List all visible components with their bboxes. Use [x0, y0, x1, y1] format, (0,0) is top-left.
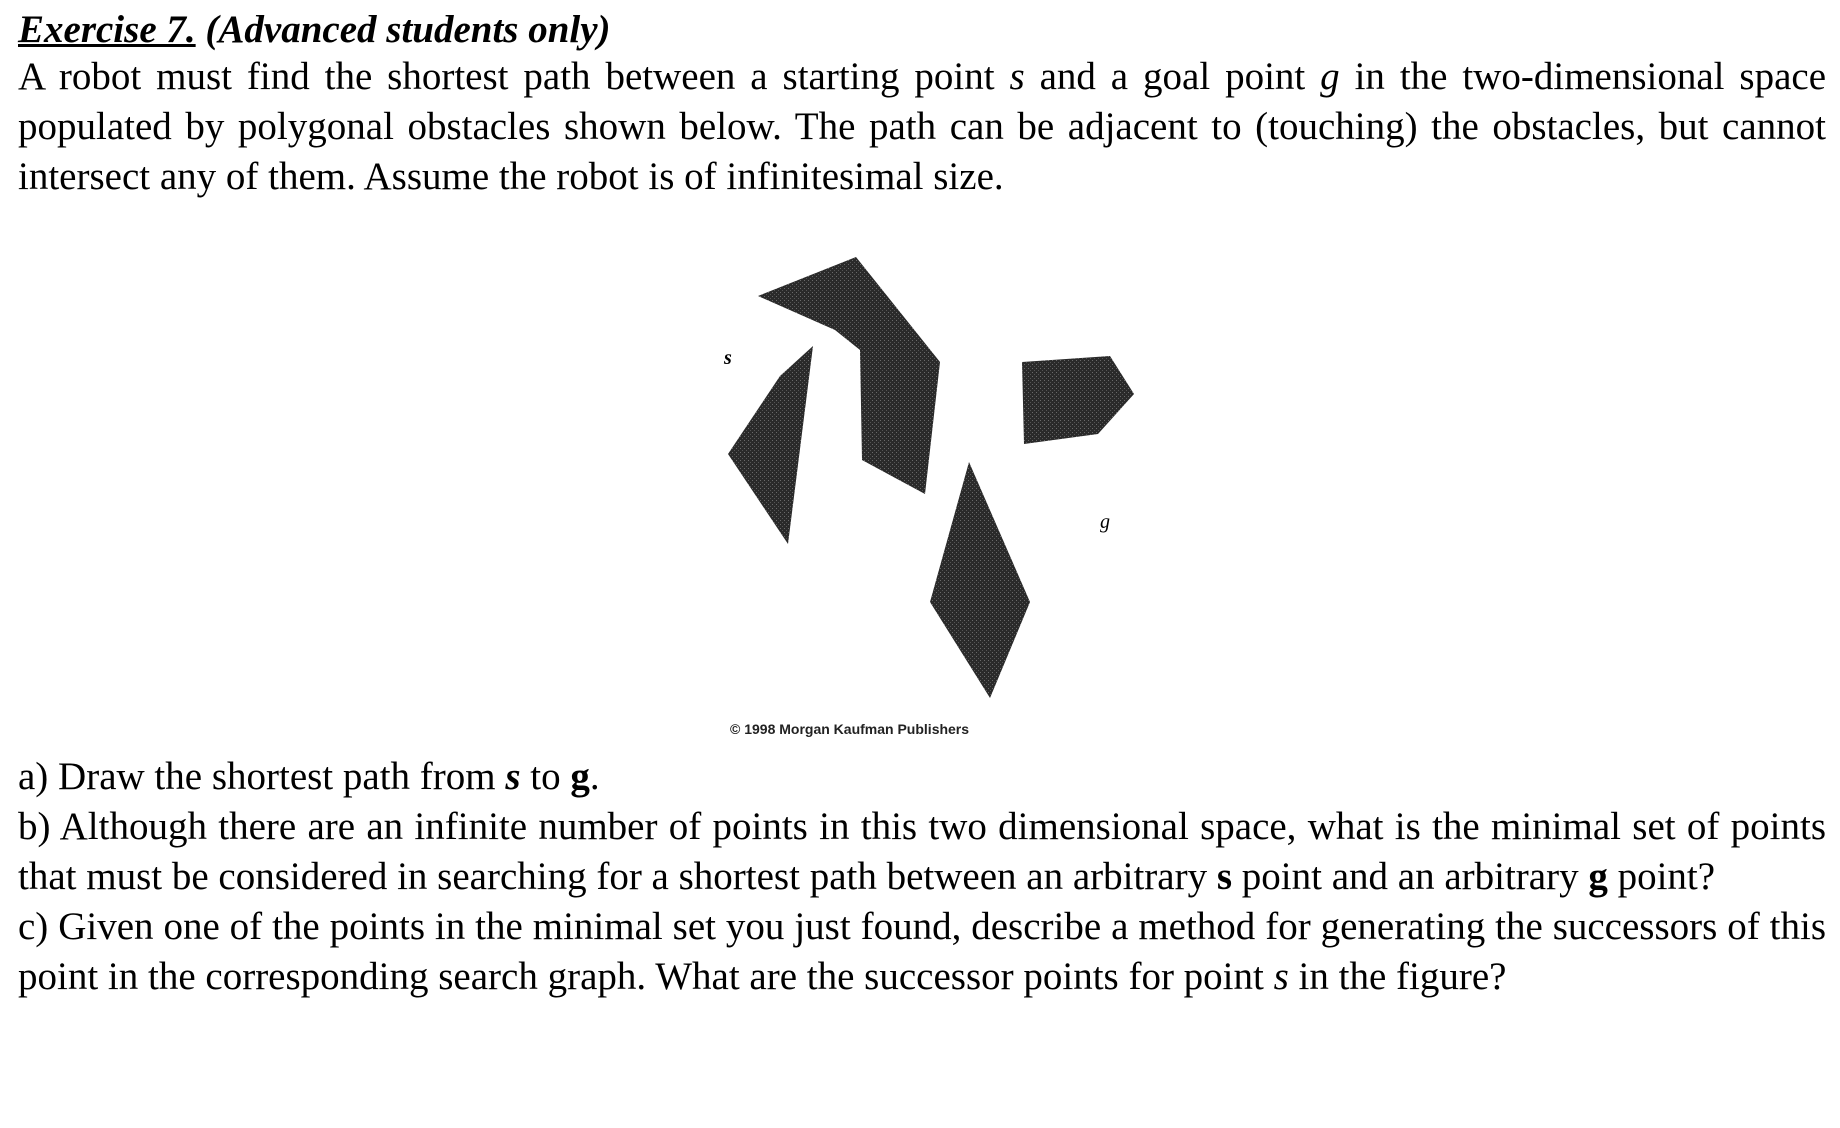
question-c-text-1: c) Given one of the points in the minima… — [18, 905, 1826, 998]
copyright-notice: © 1998 Morgan Kaufman Publishers — [730, 721, 969, 737]
intro-s: s — [1009, 55, 1025, 98]
question-a: a) Draw the shortest path from s to g. — [18, 752, 1826, 802]
question-a-text-1: a) Draw the shortest path from — [18, 755, 506, 798]
question-a-text-2: to — [520, 755, 571, 798]
question-c-text-2: in the figure? — [1288, 955, 1507, 998]
intro-g: g — [1320, 55, 1340, 98]
obstacle-left-triangle — [728, 346, 813, 544]
question-b: b) Although there are an infinite number… — [18, 802, 1826, 902]
question-b-text-3: point? — [1607, 855, 1716, 898]
question-b-text-2: point and an arbitrary — [1232, 855, 1589, 898]
question-a-s: s — [505, 755, 521, 798]
question-a-text-3: . — [589, 755, 600, 798]
label-s: s — [723, 347, 732, 369]
exercise-title: Exercise 7. (Advanced students only) — [18, 8, 1826, 52]
label-g: g — [1100, 511, 1110, 533]
intro-text-1: A robot must find the shortest path betw… — [18, 55, 1010, 98]
obstacle-diagram: s g © 1998 Morgan Kaufman Publishers — [723, 257, 1134, 737]
questions-section: a) Draw the shortest path from s to g. b… — [18, 752, 1826, 1002]
obstacle-bottom-diamond — [930, 462, 1030, 698]
exercise-intro: A robot must find the shortest path betw… — [18, 52, 1826, 202]
exercise-number: Exercise 7. — [18, 8, 196, 51]
obstacle-figure: s g © 1998 Morgan Kaufman Publishers — [0, 232, 1840, 742]
exercise-header: Exercise 7. (Advanced students only) A r… — [18, 8, 1826, 202]
exercise-subtitle: (Advanced students only) — [195, 8, 611, 51]
question-c-s: s — [1273, 955, 1289, 998]
obstacle-right-pentagon — [1022, 356, 1134, 444]
question-b-g: g — [1588, 855, 1608, 898]
intro-text-2: and a goal point — [1024, 55, 1321, 98]
question-a-g: g — [570, 755, 590, 798]
question-c: c) Given one of the points in the minima… — [18, 902, 1826, 1002]
question-b-s: s — [1216, 855, 1233, 898]
